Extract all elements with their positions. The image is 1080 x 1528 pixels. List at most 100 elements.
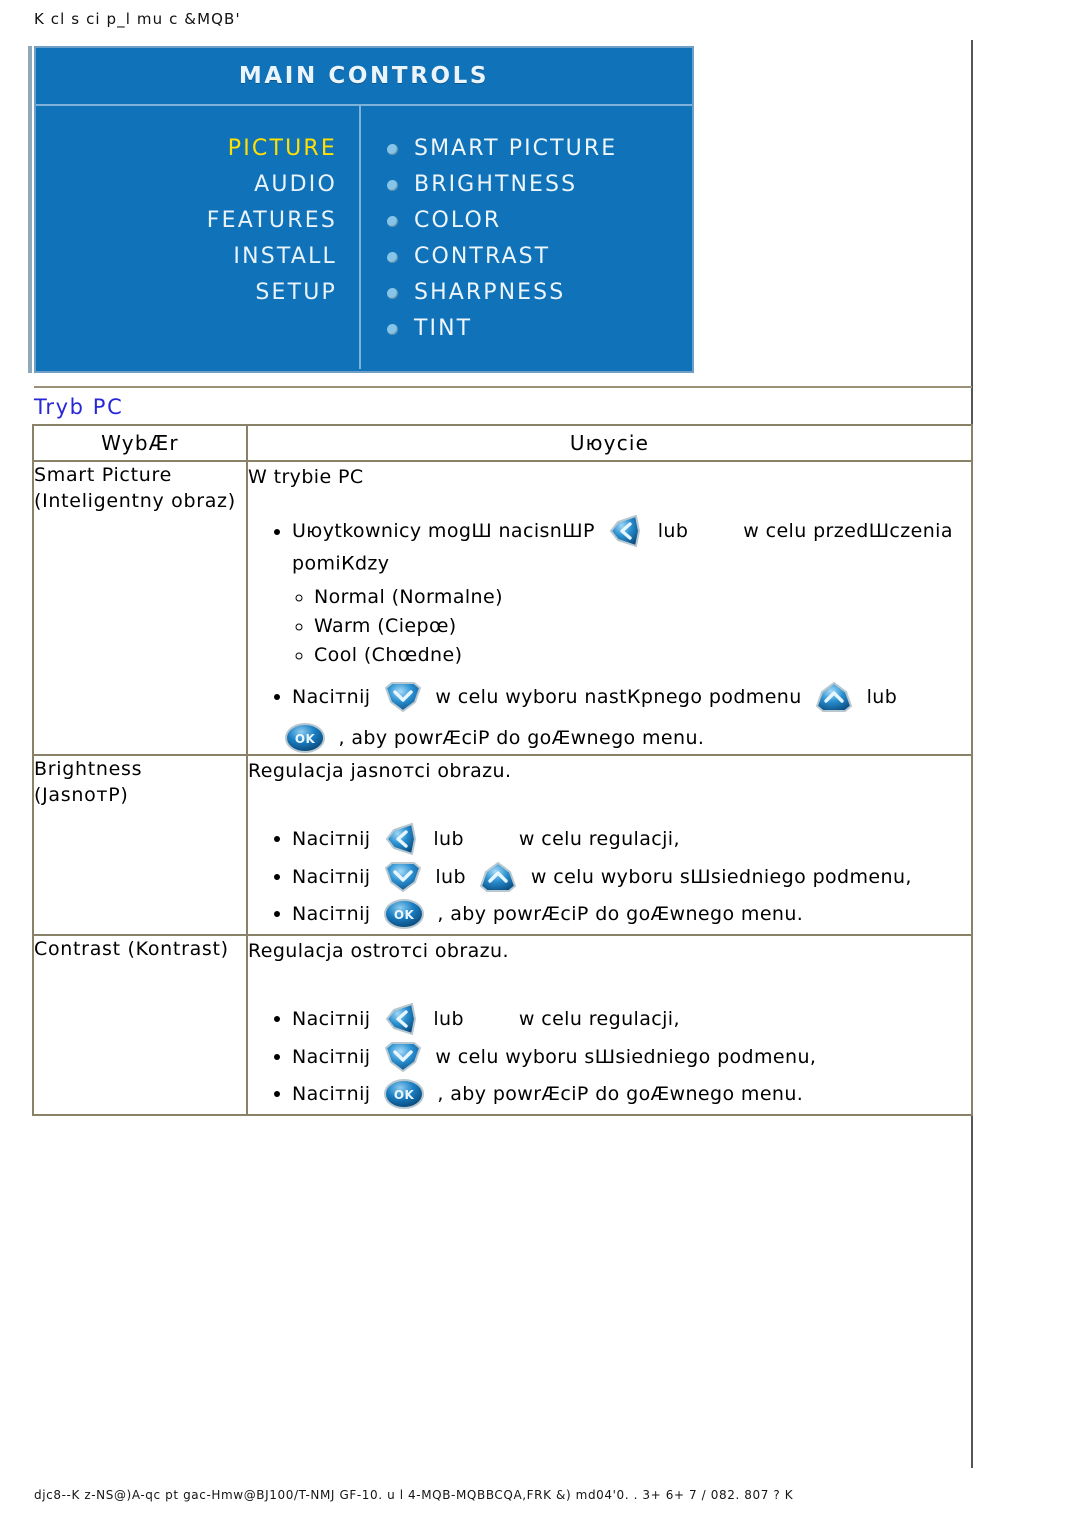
down-arrow-button-icon[interactable]: [382, 680, 424, 714]
left-arrow-button-icon[interactable]: [382, 822, 422, 856]
bullet-text-post: , aby powrÆciP do goÆwnego menu.: [437, 902, 804, 925]
bullet-dot-icon: [387, 179, 398, 191]
table-row-smart-picture: Smart Picture (Inteligentny obraz) W try…: [32, 460, 973, 756]
list-item: Naciтnij lub w celu regulacji,: [292, 822, 971, 856]
list-item: Naciтnij lub w celu regulacji,: [292, 1002, 971, 1036]
osd-submenu-item-tint[interactable]: TINT: [387, 311, 692, 347]
breadcrumb: K cl s ci p_l mu c &MQB': [34, 10, 241, 28]
bullet-text-pre: Uюytkownicy mogШ nacisnШP: [292, 520, 595, 542]
osd-submenu-list: SMART PICTURE BRIGHTNESS COLOR CONTRAST …: [361, 106, 692, 369]
osd-title: MAIN CONTROLS: [238, 63, 490, 89]
bullet-list: Uюytkownicy mogШ nacisnШP: [270, 514, 971, 579]
list-item: Naciтnij OK , aby powrÆciP do goÆwnego m…: [292, 1078, 971, 1110]
down-arrow-button-icon[interactable]: [382, 1040, 424, 1074]
row-lead-text: W trybie PC: [248, 466, 364, 488]
osd-body: PICTURE AUDIO FEATURES INSTALL SETUP SMA…: [36, 106, 692, 369]
list-item: Warm (Ciepœ): [314, 612, 971, 641]
bullet-text-pre: Naciтnij: [292, 902, 371, 925]
osd-category-features[interactable]: FEATURES: [36, 203, 337, 239]
osd-submenu-label: TINT: [414, 316, 473, 341]
osd-category-install[interactable]: INSTALL: [36, 239, 337, 275]
up-arrow-button-icon[interactable]: [477, 860, 519, 894]
svg-text:OK: OK: [394, 1088, 415, 1102]
bullet-text-pre: Naciтnij: [292, 865, 371, 888]
osd-category-list: PICTURE AUDIO FEATURES INSTALL SETUP: [36, 106, 361, 369]
closing-line: OK , aby powrÆciP do goÆwnego menu.: [278, 722, 971, 754]
bullet-text-pre: Naciтnij: [292, 1082, 371, 1105]
bullet-dot-icon: [387, 323, 398, 335]
svg-text:OK: OK: [394, 908, 415, 922]
osd-submenu-label: SMART PICTURE: [414, 136, 618, 161]
osd-submenu-label: CONTRAST: [414, 244, 551, 269]
down-arrow-button-icon[interactable]: [382, 860, 424, 894]
bullet-list: Naciтnij lub w celu regulacji, Naciтnij: [270, 1002, 971, 1110]
bullet-text-post: w celu wyboru sШsiedniego podmenu,: [530, 865, 912, 888]
row-lead-text: Regulacja ostroтci obrazu.: [248, 939, 509, 962]
osd-submenu-item-smart-picture[interactable]: SMART PICTURE: [387, 131, 692, 167]
bullet-dot-icon: [387, 143, 398, 155]
list-item: Naciтnij: [292, 680, 971, 714]
bullet-dot-icon: [387, 251, 398, 263]
osd-submenu-item-contrast[interactable]: CONTRAST: [387, 239, 692, 275]
row-label-line1: Smart Picture: [34, 464, 172, 486]
bullet-dot-icon: [387, 287, 398, 299]
ok-button-icon[interactable]: OK: [382, 1078, 426, 1110]
bullet-text-mid: lub: [657, 520, 689, 542]
row-body-contrast: Regulacja ostroтci obrazu. Naciтnij lub …: [246, 933, 973, 1116]
row-label-line2: (Inteligentny obraz): [34, 490, 236, 512]
ok-button-icon[interactable]: OK: [283, 722, 327, 754]
bullet-text-pre: Naciтnij: [292, 1045, 371, 1068]
osd-submenu-item-sharpness[interactable]: SHARPNESS: [387, 275, 692, 311]
osd-main-controls-panel: MAIN CONTROLS PICTURE AUDIO FEATURES INS…: [34, 46, 694, 373]
bullet-text-pre: Naciтnij: [292, 685, 371, 708]
bullet-text-pre: Naciтnij: [292, 827, 371, 850]
list-item: Cool (Chœdne): [314, 641, 971, 670]
row-lead-text: Regulacja jasnoтci obrazu.: [248, 759, 512, 782]
up-arrow-button-icon[interactable]: [813, 680, 855, 714]
osd-left-edge: [28, 46, 32, 373]
row-body-smart-picture: W trybie PC Uюytkownicy mogШ nacisnШP: [246, 460, 973, 756]
bullet-text-post: , aby powrÆciP do goÆwnego menu.: [437, 1082, 804, 1105]
bullet-text-mid: lub: [435, 865, 466, 888]
osd-category-audio[interactable]: AUDIO: [36, 167, 337, 203]
footer-text: djc8--K z-NS@)A-qc pt gac-Hmw@BJ100/T-NM…: [34, 1488, 794, 1502]
table-row-empty: [33, 1115, 972, 1262]
row-label-line1: Brightness: [34, 757, 143, 780]
row-label-line2: (JasnoтP): [34, 783, 129, 806]
list-item: Uюytkownicy mogШ nacisnШP: [292, 514, 971, 579]
closing-text: , aby powrÆciP do goÆwnego menu.: [338, 726, 705, 749]
pc-mode-controls-table: WybÆr Uюycie Smart Picture (Inteligentny…: [32, 424, 973, 1262]
osd-category-picture[interactable]: PICTURE: [36, 131, 337, 167]
left-arrow-button-icon[interactable]: [606, 514, 646, 548]
list-item: Normal (Normalne): [314, 583, 971, 612]
osd-submenu-item-color[interactable]: COLOR: [387, 203, 692, 239]
table-header-row: WybÆr Uюycie: [32, 424, 973, 462]
column-header-selection: WybÆr: [32, 424, 248, 462]
row-label-contrast: Contrast (Kontrast): [32, 933, 248, 1116]
osd-submenu-item-brightness[interactable]: BRIGHTNESS: [387, 167, 692, 203]
osd-title-bar: MAIN CONTROLS: [36, 48, 692, 106]
bullet-text-mid: w celu wyboru nastКpnego podmenu: [435, 685, 802, 708]
bullet-list: Naciтnij lub w celu regulacji, Naciтnij: [270, 822, 971, 930]
list-item: Naciтnij lub w celu wybo: [292, 860, 971, 894]
table-row-brightness: Brightness (JasnoтP) Regulacja jasnoтci …: [32, 753, 973, 936]
section-title-tryb-pc: Tryb PC: [34, 386, 972, 419]
empty-cell: [247, 1115, 972, 1262]
bullet-dot-icon: [387, 215, 398, 227]
row-label-brightness: Brightness (JasnoтP): [32, 753, 248, 936]
bullet-list: Naciтnij: [270, 680, 971, 714]
osd-category-setup[interactable]: SETUP: [36, 275, 337, 311]
svg-text:OK: OK: [295, 732, 316, 746]
row-label-line1: Contrast (Kontrast): [34, 937, 229, 960]
bullet-text-mid: lub: [433, 827, 464, 850]
osd-submenu-label: BRIGHTNESS: [414, 172, 578, 197]
bullet-text-mid: lub: [433, 1007, 464, 1030]
left-arrow-button-icon[interactable]: [382, 1002, 422, 1036]
sub-option-list: Normal (Normalne) Warm (Ciepœ) Cool (Chœ…: [292, 583, 971, 670]
bullet-text-post: w celu regulacji,: [518, 1007, 680, 1030]
column-header-usage: Uюycie: [246, 424, 973, 462]
list-item: Naciтnij OK , aby powrÆciP do goÆwnego m…: [292, 898, 971, 930]
ok-button-icon[interactable]: OK: [382, 898, 426, 930]
empty-cell: [33, 1115, 247, 1262]
osd-submenu-label: COLOR: [414, 208, 502, 233]
